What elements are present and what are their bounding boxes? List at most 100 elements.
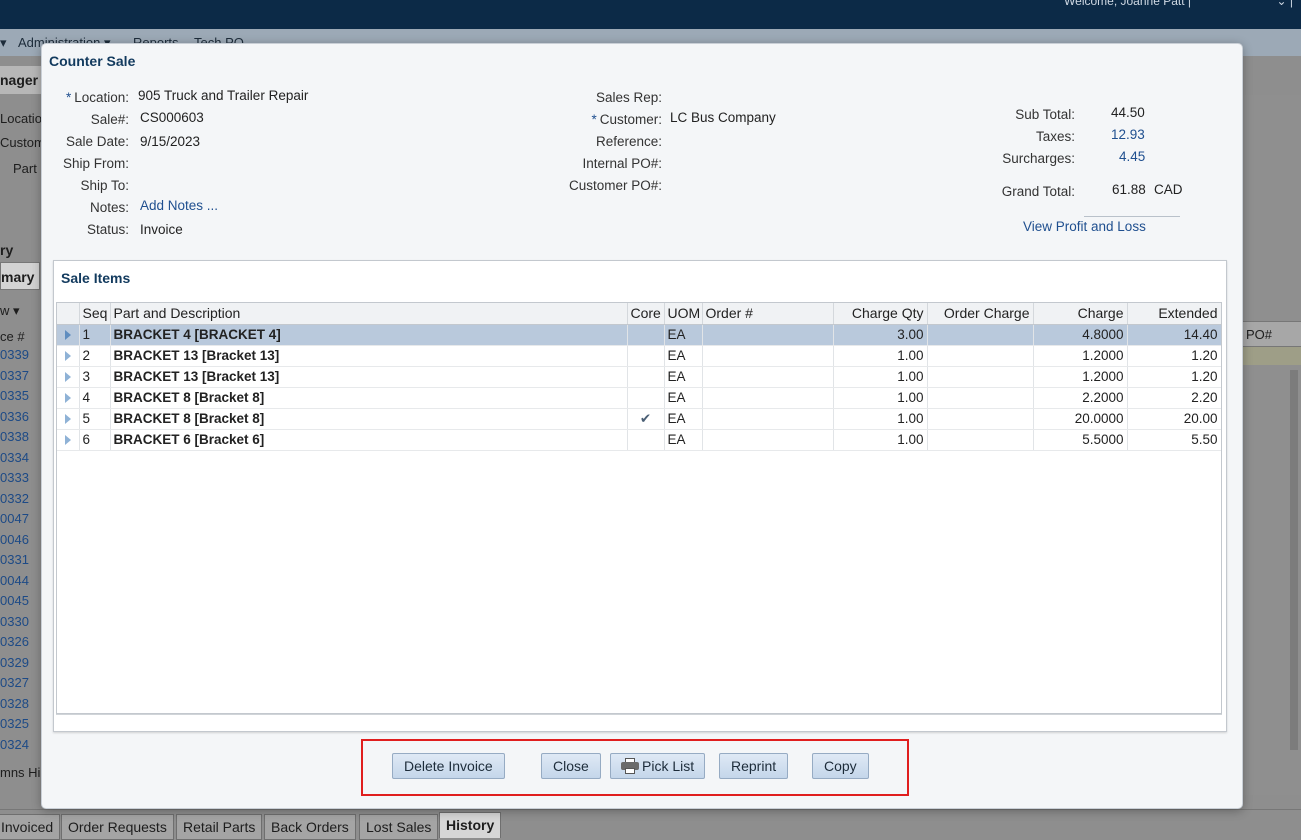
cell-core xyxy=(627,387,665,409)
cell-seq: 3 xyxy=(79,366,111,388)
sale-items-panel: Sale Items Seq Part and Description Core… xyxy=(53,260,1227,732)
list-item[interactable]: 0324 xyxy=(0,735,41,756)
list-item[interactable]: 0326 xyxy=(0,632,41,653)
cell-uom: EA xyxy=(664,387,703,409)
cell-extended: 5.50 xyxy=(1127,429,1221,451)
table-row[interactable]: 3 BRACKET 13 [Bracket 13] EA 1.00 1.2000… xyxy=(57,366,1221,388)
list-item[interactable]: 0045 xyxy=(0,591,41,612)
expand-arrow-icon[interactable] xyxy=(65,372,71,383)
tab-back-orders[interactable]: Back Orders xyxy=(264,814,356,840)
cell-extended: 1.20 xyxy=(1127,345,1221,367)
list-item[interactable]: 0333 xyxy=(0,468,41,489)
status-value: Invoice xyxy=(140,222,183,237)
col-header-expander xyxy=(57,303,80,325)
list-item[interactable]: 0047 xyxy=(0,509,41,530)
col-header-uom[interactable]: UOM xyxy=(664,303,703,325)
list-item[interactable]: 0327 xyxy=(0,673,41,694)
cell-order-no xyxy=(702,387,834,409)
row-expander[interactable] xyxy=(57,429,80,451)
list-item[interactable]: 0336 xyxy=(0,407,41,428)
list-item[interactable]: 0331 xyxy=(0,550,41,571)
background-tab-summary[interactable]: mary xyxy=(0,262,40,290)
background-scrollbar[interactable] xyxy=(1290,370,1298,750)
cell-seq: 5 xyxy=(79,408,111,430)
background-columns-hint: mns Hi xyxy=(0,765,41,780)
expand-arrow-icon[interactable] xyxy=(65,414,71,425)
col-header-charge[interactable]: Charge xyxy=(1033,303,1128,325)
table-row[interactable]: 5 BRACKET 8 [Bracket 8] ✔ EA 1.00 20.000… xyxy=(57,408,1221,430)
taxes-label: Taxes: xyxy=(1035,129,1075,144)
expand-arrow-icon[interactable] xyxy=(65,393,71,404)
currency-code: CAD xyxy=(1154,182,1183,197)
list-item[interactable]: 0044 xyxy=(0,571,41,592)
list-item[interactable]: 0337 xyxy=(0,366,41,387)
tab-retail-parts[interactable]: Retail Parts xyxy=(176,814,263,840)
table-row[interactable]: 2 BRACKET 13 [Bracket 13] EA 1.00 1.2000… xyxy=(57,345,1221,367)
table-row[interactable]: 6 BRACKET 6 [Bracket 6] EA 1.00 5.5000 5… xyxy=(57,429,1221,451)
row-expander[interactable] xyxy=(57,345,80,367)
sub-total-value: 44.50 xyxy=(1111,105,1145,120)
cell-charge-qty: 3.00 xyxy=(833,324,928,346)
background-field-part: Part xyxy=(13,161,37,176)
tab-history[interactable]: History xyxy=(439,812,502,838)
col-header-part[interactable]: Part and Description xyxy=(110,303,628,325)
row-expander[interactable] xyxy=(57,366,80,388)
list-item[interactable]: 0338 xyxy=(0,427,41,448)
list-item[interactable]: 0328 xyxy=(0,694,41,715)
list-item[interactable]: 0046 xyxy=(0,530,41,551)
list-item[interactable]: 0325 xyxy=(0,714,41,735)
cell-order-no xyxy=(702,345,834,367)
col-header-order-no[interactable]: Order # xyxy=(702,303,834,325)
expand-arrow-icon[interactable] xyxy=(65,435,71,446)
totals-divider xyxy=(1084,216,1180,217)
col-header-charge-qty[interactable]: Charge Qty xyxy=(833,303,928,325)
cell-seq: 2 xyxy=(79,345,111,367)
location-value: 905 Truck and Trailer Repair xyxy=(138,88,309,103)
expand-arrow-icon[interactable] xyxy=(65,330,71,341)
list-item[interactable]: 0339 xyxy=(0,345,41,366)
table-row[interactable]: 1 BRACKET 4 [BRACKET 4] EA 3.00 4.8000 1… xyxy=(57,324,1221,346)
close-button[interactable]: Close xyxy=(541,753,601,779)
copy-button[interactable]: Copy xyxy=(812,753,869,779)
col-header-extended[interactable]: Extended xyxy=(1127,303,1221,325)
row-expander[interactable] xyxy=(57,387,80,409)
row-expander[interactable] xyxy=(57,408,80,430)
list-item[interactable]: 0332 xyxy=(0,489,41,510)
col-header-core[interactable]: Core xyxy=(627,303,665,325)
tab-lost-sales[interactable]: Lost Sales xyxy=(359,814,439,840)
status-label: Status: xyxy=(86,222,129,237)
col-header-seq[interactable]: Seq xyxy=(79,303,111,325)
add-notes-link[interactable]: Add Notes ... xyxy=(140,198,218,213)
list-item[interactable]: 0335 xyxy=(0,386,41,407)
tab-invoiced[interactable]: Invoiced xyxy=(0,814,61,840)
taxes-value-link[interactable]: 12.93 xyxy=(1111,127,1145,142)
delete-invoice-button[interactable]: Delete Invoice xyxy=(392,753,505,779)
app-top-bar: Welcome, Joanne Patt | ⌄ | xyxy=(0,0,1301,29)
cell-part: BRACKET 13 [Bracket 13] xyxy=(110,366,628,388)
cell-part: BRACKET 13 [Bracket 13] xyxy=(110,345,628,367)
col-header-order-charge[interactable]: Order Charge xyxy=(927,303,1034,325)
view-profit-loss-link[interactable]: View Profit and Loss xyxy=(1023,219,1146,234)
cell-extended: 2.20 xyxy=(1127,387,1221,409)
cell-core xyxy=(627,429,665,451)
sub-total-label: Sub Total: xyxy=(1015,107,1075,122)
reprint-button[interactable]: Reprint xyxy=(719,753,789,779)
pick-list-button[interactable]: Pick List xyxy=(610,753,706,779)
tab-order-requests[interactable]: Order Requests xyxy=(61,814,174,840)
expand-arrow-icon[interactable] xyxy=(65,351,71,362)
cell-order-charge xyxy=(927,429,1034,451)
location-label: * Location: xyxy=(65,90,129,105)
background-view-dropdown[interactable]: w ▾ xyxy=(0,303,20,319)
list-item[interactable]: 0330 xyxy=(0,612,41,633)
sale-date-label: Sale Date: xyxy=(65,134,129,149)
menu-caret-icon[interactable]: ▾ xyxy=(0,35,7,51)
cell-order-charge xyxy=(927,324,1034,346)
required-asterisk-icon: * xyxy=(65,90,72,105)
table-row[interactable]: 4 BRACKET 8 [Bracket 8] EA 1.00 2.2000 2… xyxy=(57,387,1221,409)
list-item[interactable]: 0334 xyxy=(0,448,41,469)
row-expander[interactable] xyxy=(57,324,80,346)
dialog-title: Counter Sale xyxy=(49,53,136,69)
user-menu-chevron[interactable]: ⌄ | xyxy=(1276,0,1293,8)
surcharges-value-link[interactable]: 4.45 xyxy=(1119,149,1145,164)
list-item[interactable]: 0329 xyxy=(0,653,41,674)
